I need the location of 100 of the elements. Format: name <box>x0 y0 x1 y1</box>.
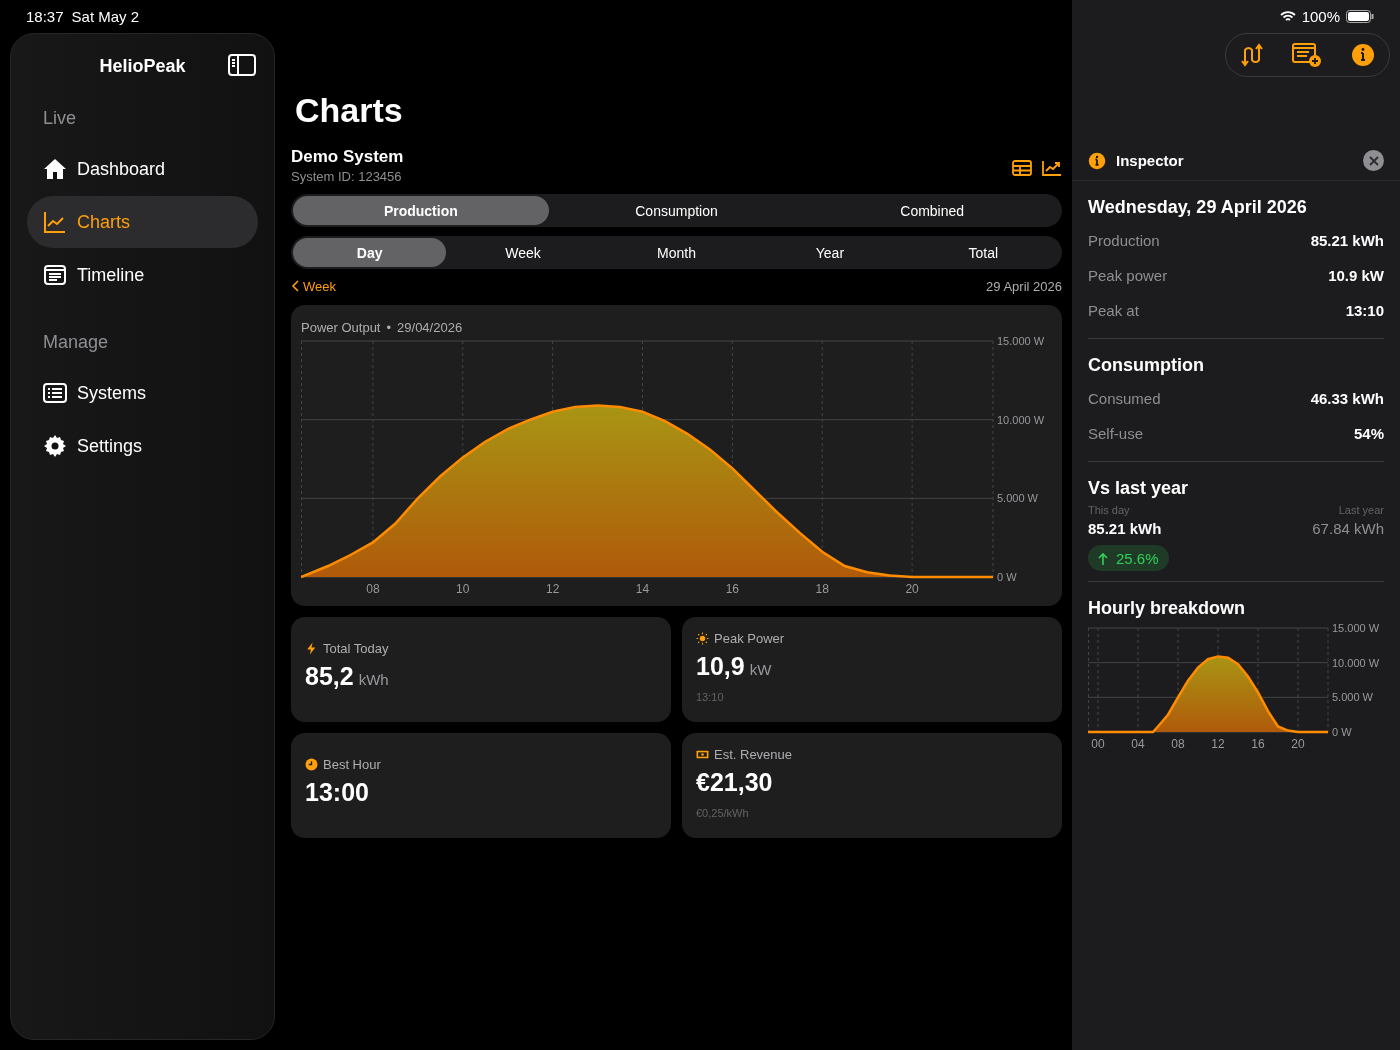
chart-title: Power Output <box>301 319 381 335</box>
stat-label: Total Today <box>323 641 389 656</box>
note-icon <box>43 263 67 287</box>
axis-label: 5.000 W <box>997 492 1038 505</box>
info-icon[interactable] <box>1350 43 1375 67</box>
stat-value: 13:00 <box>305 778 369 807</box>
segment-tab[interactable]: Month <box>599 238 754 267</box>
compare-label: Last year <box>1338 504 1384 516</box>
sidebar-item[interactable]: Timeline <box>27 249 258 301</box>
chart-date: 29/04/2026 <box>397 319 463 335</box>
axis-label: 0 W <box>997 571 1017 583</box>
section-heading: Vs last year <box>1088 476 1190 500</box>
banknote-icon <box>696 748 709 761</box>
segment-tab[interactable]: Total <box>906 238 1061 267</box>
house-icon <box>43 157 67 181</box>
date-label: 29 April 2026 <box>986 278 1062 294</box>
axis-label: 15.000 W <box>997 337 1045 347</box>
sidebar-item[interactable]: Systems <box>27 367 258 419</box>
chart-icon[interactable] <box>1042 160 1062 176</box>
axis-label: 10 <box>456 582 470 596</box>
axis-label: 16 <box>725 582 740 596</box>
status-date: Sat May 2 <box>71 8 140 25</box>
sidebar-item[interactable]: Dashboard <box>27 143 258 195</box>
status-time: 18:37 <box>26 8 64 25</box>
axis-label: 10.000 W <box>1332 656 1380 669</box>
chevron-left-icon <box>291 280 299 292</box>
separator-dot: • <box>386 319 392 335</box>
stat-label: Peak Power <box>714 631 785 646</box>
axis-label: 18 <box>815 582 829 596</box>
inspector-title: Inspector <box>1116 152 1185 169</box>
axis-label: 0 W <box>1332 726 1352 738</box>
axis-label: 04 <box>1131 737 1145 751</box>
app-title: HelioPeak <box>99 55 186 77</box>
axis-label: 5.000 W <box>1332 691 1373 704</box>
segment-tab[interactable]: Production <box>293 196 549 225</box>
sun-icon <box>696 632 709 645</box>
stat-label: Best Hour <box>323 757 381 772</box>
segment-tab[interactable]: Day <box>293 238 447 267</box>
segment-tab[interactable]: Combined <box>804 196 1060 225</box>
inspector-date: Wednesday, 29 April 2026 <box>1088 195 1308 219</box>
info-icon <box>1088 151 1106 170</box>
table-icon[interactable] <box>1012 160 1032 176</box>
stat-value: 85,2 <box>305 662 354 691</box>
axis-label: 15.000 W <box>1332 624 1380 634</box>
axis-label: 08 <box>1171 737 1185 751</box>
system-id: System ID: 123456 <box>291 169 403 184</box>
axis-label: 14 <box>635 582 650 596</box>
axis-label: 20 <box>1291 737 1305 751</box>
compare-value: 85.21 kWh <box>1088 520 1162 537</box>
section-heading: Consumption <box>1088 353 1205 377</box>
row-label: Consumed <box>1088 390 1161 407</box>
settings-icon <box>43 434 67 458</box>
back-link[interactable]: Week <box>291 278 336 294</box>
stat-value: 10,9 <box>696 652 745 681</box>
battery-icon <box>1346 10 1374 23</box>
change-badge: 25.6% <box>1088 545 1169 571</box>
segment-tab[interactable]: Year <box>753 238 907 267</box>
row-value: 54% <box>1353 425 1384 442</box>
segment-tab[interactable]: Week <box>446 238 600 267</box>
axis-label: 12 <box>545 582 560 596</box>
close-button[interactable] <box>1363 150 1384 171</box>
row-label: Production <box>1088 232 1160 249</box>
stat-unit: kWh <box>358 671 389 688</box>
compare-value: 67.84 kWh <box>1312 520 1384 537</box>
axis-label: 10.000 W <box>997 413 1045 426</box>
clock-icon <box>305 758 318 771</box>
sidebar-toggle-icon[interactable] <box>228 54 256 76</box>
axis-label: 08 <box>366 582 380 596</box>
lightning-icon <box>305 642 318 655</box>
axis-label: 16 <box>1251 737 1265 751</box>
chart-icon <box>43 210 67 234</box>
wifi-icon <box>1279 10 1296 23</box>
close-icon <box>1368 155 1379 166</box>
section-heading: Hourly breakdown <box>1088 596 1247 620</box>
row-value: 13:10 <box>1345 302 1384 319</box>
note-add-icon[interactable] <box>1292 42 1323 68</box>
row-label: Peak power <box>1088 267 1168 284</box>
section-title: Live <box>42 107 78 130</box>
sidebar-item[interactable]: Charts <box>27 196 258 248</box>
row-value: 46.33 kWh <box>1310 390 1384 407</box>
section-title: Manage <box>42 331 110 354</box>
system-name: Demo System <box>291 147 404 167</box>
row-value: 10.9 kW <box>1328 267 1384 284</box>
segment-tab[interactable]: Consumption <box>548 196 805 225</box>
stat-label: Est. Revenue <box>714 747 793 762</box>
axis-label: 20 <box>905 582 919 596</box>
axis-label: 12 <box>1211 737 1225 751</box>
stat-value: €21,30 <box>696 768 773 797</box>
row-label: Self-use <box>1088 425 1144 442</box>
axis-label: 00 <box>1091 737 1105 751</box>
row-value: 85.21 kWh <box>1310 232 1384 249</box>
swap-arrows-icon[interactable] <box>1240 42 1265 68</box>
stat-note: €0,25/kWh <box>696 807 750 819</box>
row-label: Peak at <box>1088 302 1139 319</box>
stat-unit: kW <box>749 661 772 678</box>
sidebar-item[interactable]: Settings <box>27 420 258 472</box>
stat-note: 13:10 <box>696 691 725 703</box>
page-title: Charts <box>295 91 404 131</box>
list-icon <box>43 381 67 405</box>
battery-percent: 100% <box>1301 8 1340 25</box>
